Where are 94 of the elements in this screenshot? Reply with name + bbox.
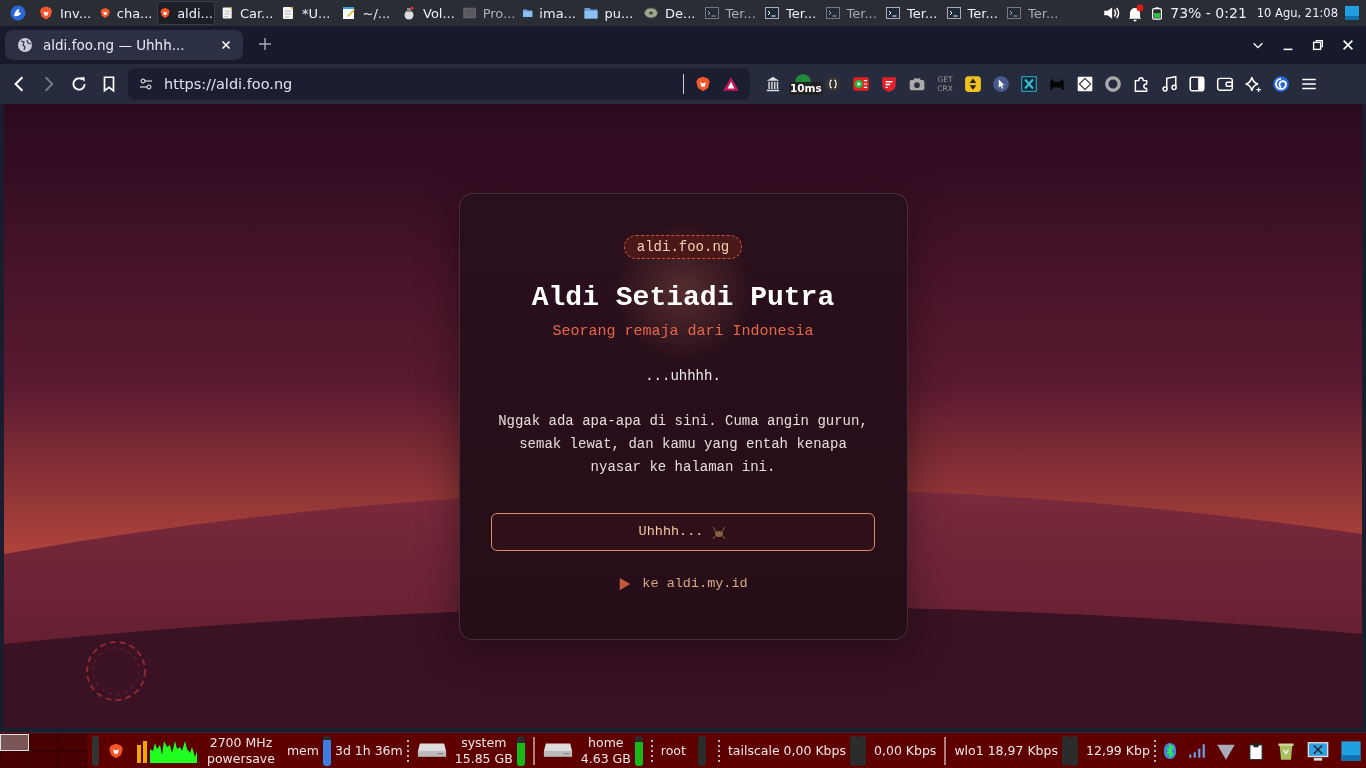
swirl-icon[interactable]	[1272, 75, 1290, 93]
tab-title: aldi.foo.ng — Uhhh...	[43, 37, 186, 53]
battery-icon[interactable]	[1150, 5, 1165, 21]
desktop-thumbnail[interactable]	[58, 733, 87, 751]
network-speed: 12,99 Kbp	[1086, 743, 1150, 758]
taskbar-item[interactable]: ~/...	[338, 1, 397, 25]
taskbar-item[interactable]: Vol...	[399, 1, 457, 25]
shield-icon[interactable]	[880, 75, 898, 93]
clipboard-icon[interactable]	[1246, 739, 1266, 762]
signal-bars-icon[interactable]	[1188, 741, 1206, 760]
panel-square-icon[interactable]	[1344, 5, 1360, 21]
ring-icon[interactable]	[1104, 75, 1122, 93]
subtitle: Seorang remaja dari Indonesia	[552, 321, 814, 342]
pillars-icon[interactable]	[764, 75, 782, 93]
taskbar-item[interactable]: *U...	[278, 1, 336, 25]
taskbar-item[interactable]: pu...	[580, 1, 639, 25]
terminal-icon	[945, 5, 962, 21]
panel-handle[interactable]	[92, 735, 99, 766]
cpu-frequency: 2700 MHz powersave	[207, 734, 275, 767]
wallet-icon[interactable]	[1216, 75, 1234, 93]
browser-tab[interactable]: aldi.foo.ng — Uhhh...	[5, 30, 243, 60]
lion-icon[interactable]	[694, 75, 712, 93]
taskbar-item[interactable]: cha...	[96, 1, 155, 25]
taskbar-item[interactable]: Inv...	[36, 1, 94, 25]
reload-icon[interactable]	[70, 75, 88, 93]
disc-icon	[643, 5, 659, 21]
maximize-icon[interactable]	[1311, 38, 1325, 52]
site-settings-icon[interactable]	[138, 76, 154, 92]
up-down-arrows-icon[interactable]	[964, 75, 982, 93]
taskbar-item[interactable]: aldi...	[157, 1, 215, 25]
message-paragraph: Nggak ada apa-apa di sini. Cuma angin gurun, semak lewat, dan kamu yang entah kenapa nyasar ke halaman ini.	[497, 411, 869, 477]
lion-icon[interactable]	[107, 741, 125, 760]
battery-status: 73% - 0:21	[1170, 5, 1247, 21]
network-speed: wlo1 18,97 Kbps	[954, 743, 1058, 758]
camera-icon[interactable]	[908, 75, 926, 93]
drive-usage: system 15.85 GB	[454, 734, 513, 767]
new-tab-icon[interactable]	[257, 35, 273, 52]
taskbar-item[interactable]: Pro...	[459, 1, 518, 25]
bell-icon[interactable]	[1126, 4, 1145, 22]
taskbar-item[interactable]: Ter...	[1004, 1, 1062, 25]
taskbar-item[interactable]: De...	[641, 1, 699, 25]
crossed-square-icon[interactable]	[1020, 75, 1038, 93]
lion-icon	[98, 5, 111, 21]
screenshot-icon[interactable]	[1306, 739, 1330, 762]
terminal-icon	[764, 5, 780, 21]
memory-label: mem	[286, 743, 319, 758]
uptime: 3d 1h 36m	[334, 743, 403, 758]
site-link[interactable]: ke aldi.my.id	[618, 573, 748, 594]
road-sign-icon[interactable]	[1076, 75, 1094, 93]
address-bar[interactable]: https://aldi.foo.ng	[128, 68, 750, 100]
clock[interactable]: 10 Agu, 21:08	[1256, 6, 1338, 20]
terminal-icon	[885, 5, 901, 21]
ping-badge: 10ms	[789, 82, 823, 95]
music-note-icon[interactable]	[1160, 75, 1178, 93]
lion-icon	[38, 5, 54, 21]
network-speed: 0,00 Kbps	[874, 743, 937, 758]
cursor-icon[interactable]	[992, 75, 1010, 93]
sparkle-icon[interactable]	[1244, 75, 1262, 93]
desktop-thumbnail[interactable]	[29, 733, 58, 751]
close-icon[interactable]	[1341, 38, 1355, 52]
sidebar-icon[interactable]	[1188, 75, 1206, 93]
terminal-icon	[824, 5, 841, 21]
panel-square-icon[interactable]	[1340, 739, 1362, 762]
play-list-icon[interactable]	[852, 75, 870, 93]
terminal-icon	[1006, 5, 1022, 21]
lion-icon	[159, 5, 172, 21]
network-speed: tailscale 0,00 Kbps	[727, 743, 846, 758]
drive-usage: home 4.63 GB	[580, 734, 631, 767]
folder-icon	[582, 5, 599, 21]
puzzle-icon[interactable]	[1132, 75, 1150, 93]
page-title: Aldi Setiadi Putra	[531, 280, 835, 315]
launcher-icon[interactable]	[10, 5, 26, 21]
window-icon	[461, 5, 477, 21]
globe-icon	[17, 37, 33, 53]
taskbar-item[interactable]: Ter...	[883, 1, 941, 25]
dashed-ring-icon	[84, 639, 148, 703]
taskbar-item[interactable]: ima...	[520, 1, 578, 25]
taskbar-item[interactable]: Ter...	[943, 1, 1002, 25]
note-icon	[280, 5, 296, 21]
terminal-icon	[703, 5, 720, 21]
close-icon[interactable]	[219, 38, 233, 52]
taskbar-item[interactable]: Ter...	[822, 1, 881, 25]
triangle-icon[interactable]	[722, 75, 740, 93]
notepad-icon	[340, 5, 357, 21]
taskbar-item[interactable]: Ter...	[762, 1, 820, 25]
url-text: https://aldi.foo.ng	[164, 76, 294, 92]
uhhh-button[interactable]: Uhhhh...	[491, 512, 875, 551]
intro-text: ...uhhhh.	[645, 366, 721, 386]
taskbar-item[interactable]: Car...	[217, 1, 276, 25]
root-label: root	[660, 743, 686, 758]
panel-handle[interactable]	[697, 735, 706, 766]
gauge-icon[interactable]	[794, 73, 812, 82]
braces-icon[interactable]	[824, 75, 842, 93]
taskbar-item[interactable]: Ter...	[701, 1, 760, 25]
